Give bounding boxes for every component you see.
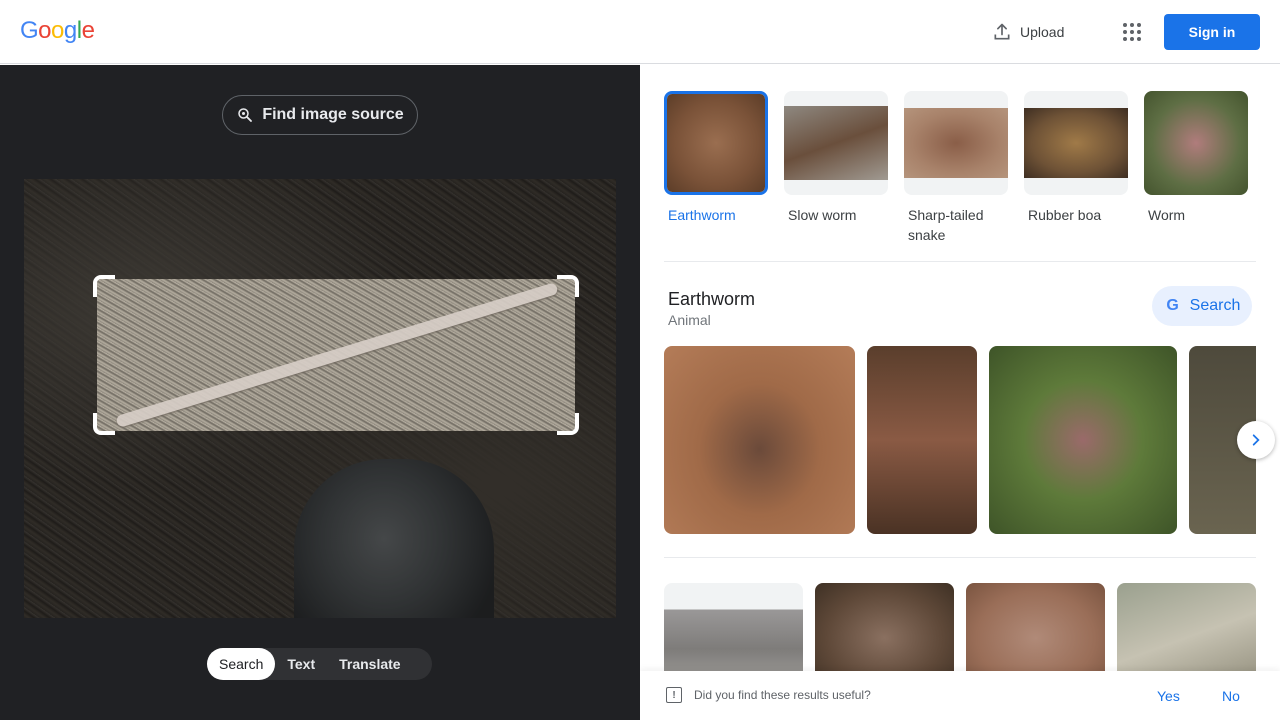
entity-chip-earthworm[interactable]: Earthworm: [664, 91, 768, 241]
upload-icon: [994, 23, 1010, 40]
results-panel: Earthworm Slow worm Sharp-tailed snake R…: [640, 65, 1280, 720]
crop-handle-top-left[interactable]: [93, 275, 115, 297]
find-image-source-label: Find image source: [262, 106, 404, 123]
entity-chip-rubber-boa[interactable]: Rubber boa: [1024, 91, 1128, 241]
feedback-yes-button[interactable]: Yes: [1157, 688, 1180, 704]
tab-search[interactable]: Search: [207, 648, 276, 680]
entity-chip-slow-worm[interactable]: Slow worm: [784, 91, 888, 241]
feedback-icon: !: [666, 687, 682, 703]
entity-image-carousel: [664, 346, 1256, 534]
entity-title: Earthworm: [668, 289, 756, 309]
carousel-image[interactable]: [664, 346, 855, 534]
mode-tabs: Search Text Translate: [207, 648, 432, 680]
query-photo: [24, 179, 616, 618]
google-g-icon: G: [1166, 297, 1179, 314]
visual-match-image[interactable]: [966, 583, 1105, 671]
thumbnail: [1144, 91, 1248, 195]
crop-handle-bottom-left[interactable]: [93, 413, 115, 435]
google-logo[interactable]: Google: [20, 17, 95, 45]
worm-in-selection: [115, 282, 559, 428]
crop-selection[interactable]: [93, 275, 579, 435]
thumbnail: [784, 91, 888, 195]
entity-search-button[interactable]: G Search: [1152, 286, 1252, 326]
related-entities-row: Earthworm Slow worm Sharp-tailed snake R…: [664, 91, 1256, 243]
entity-chip-worm[interactable]: Worm: [1144, 91, 1248, 241]
thumbnail: [664, 91, 768, 195]
thumbnail: [1024, 91, 1128, 195]
thumbnail: [904, 91, 1008, 195]
entity-subtitle: Animal: [668, 312, 711, 328]
tab-translate[interactable]: Translate: [327, 648, 412, 680]
lens-search-icon: [238, 108, 253, 122]
divider: [664, 557, 1256, 558]
entity-search-label: Search: [1189, 297, 1241, 314]
visual-match-image[interactable]: [815, 583, 954, 671]
sign-in-button[interactable]: Sign in: [1164, 14, 1260, 50]
divider: [664, 261, 1256, 262]
upload-button[interactable]: Upload: [992, 20, 1064, 44]
crop-handle-top-right[interactable]: [557, 275, 579, 297]
find-image-source-button[interactable]: Find image source: [222, 95, 418, 135]
carousel-next-button[interactable]: [1237, 421, 1275, 459]
feedback-no-button[interactable]: No: [1222, 688, 1240, 704]
carousel-image[interactable]: [989, 346, 1177, 534]
top-bar: Google Upload Sign in: [0, 0, 1280, 64]
feedback-bar: ! Did you find these results useful? Yes…: [640, 671, 1280, 720]
visual-match-image[interactable]: [664, 583, 803, 671]
upload-label: Upload: [1020, 24, 1065, 40]
feedback-question: Did you find these results useful?: [694, 688, 871, 702]
chevron-right-icon: [1252, 434, 1260, 446]
entity-chip-sharp-tailed-snake[interactable]: Sharp-tailed snake: [904, 91, 1008, 243]
carousel-image[interactable]: [867, 346, 977, 534]
tab-text[interactable]: Text: [275, 648, 327, 680]
query-image-panel: Find image source Search Text Translate: [0, 65, 640, 720]
visual-matches-grid: [664, 583, 1256, 671]
visual-match-image[interactable]: [1117, 583, 1256, 671]
crop-handle-bottom-right[interactable]: [557, 413, 579, 435]
google-apps-icon[interactable]: [1120, 20, 1144, 44]
